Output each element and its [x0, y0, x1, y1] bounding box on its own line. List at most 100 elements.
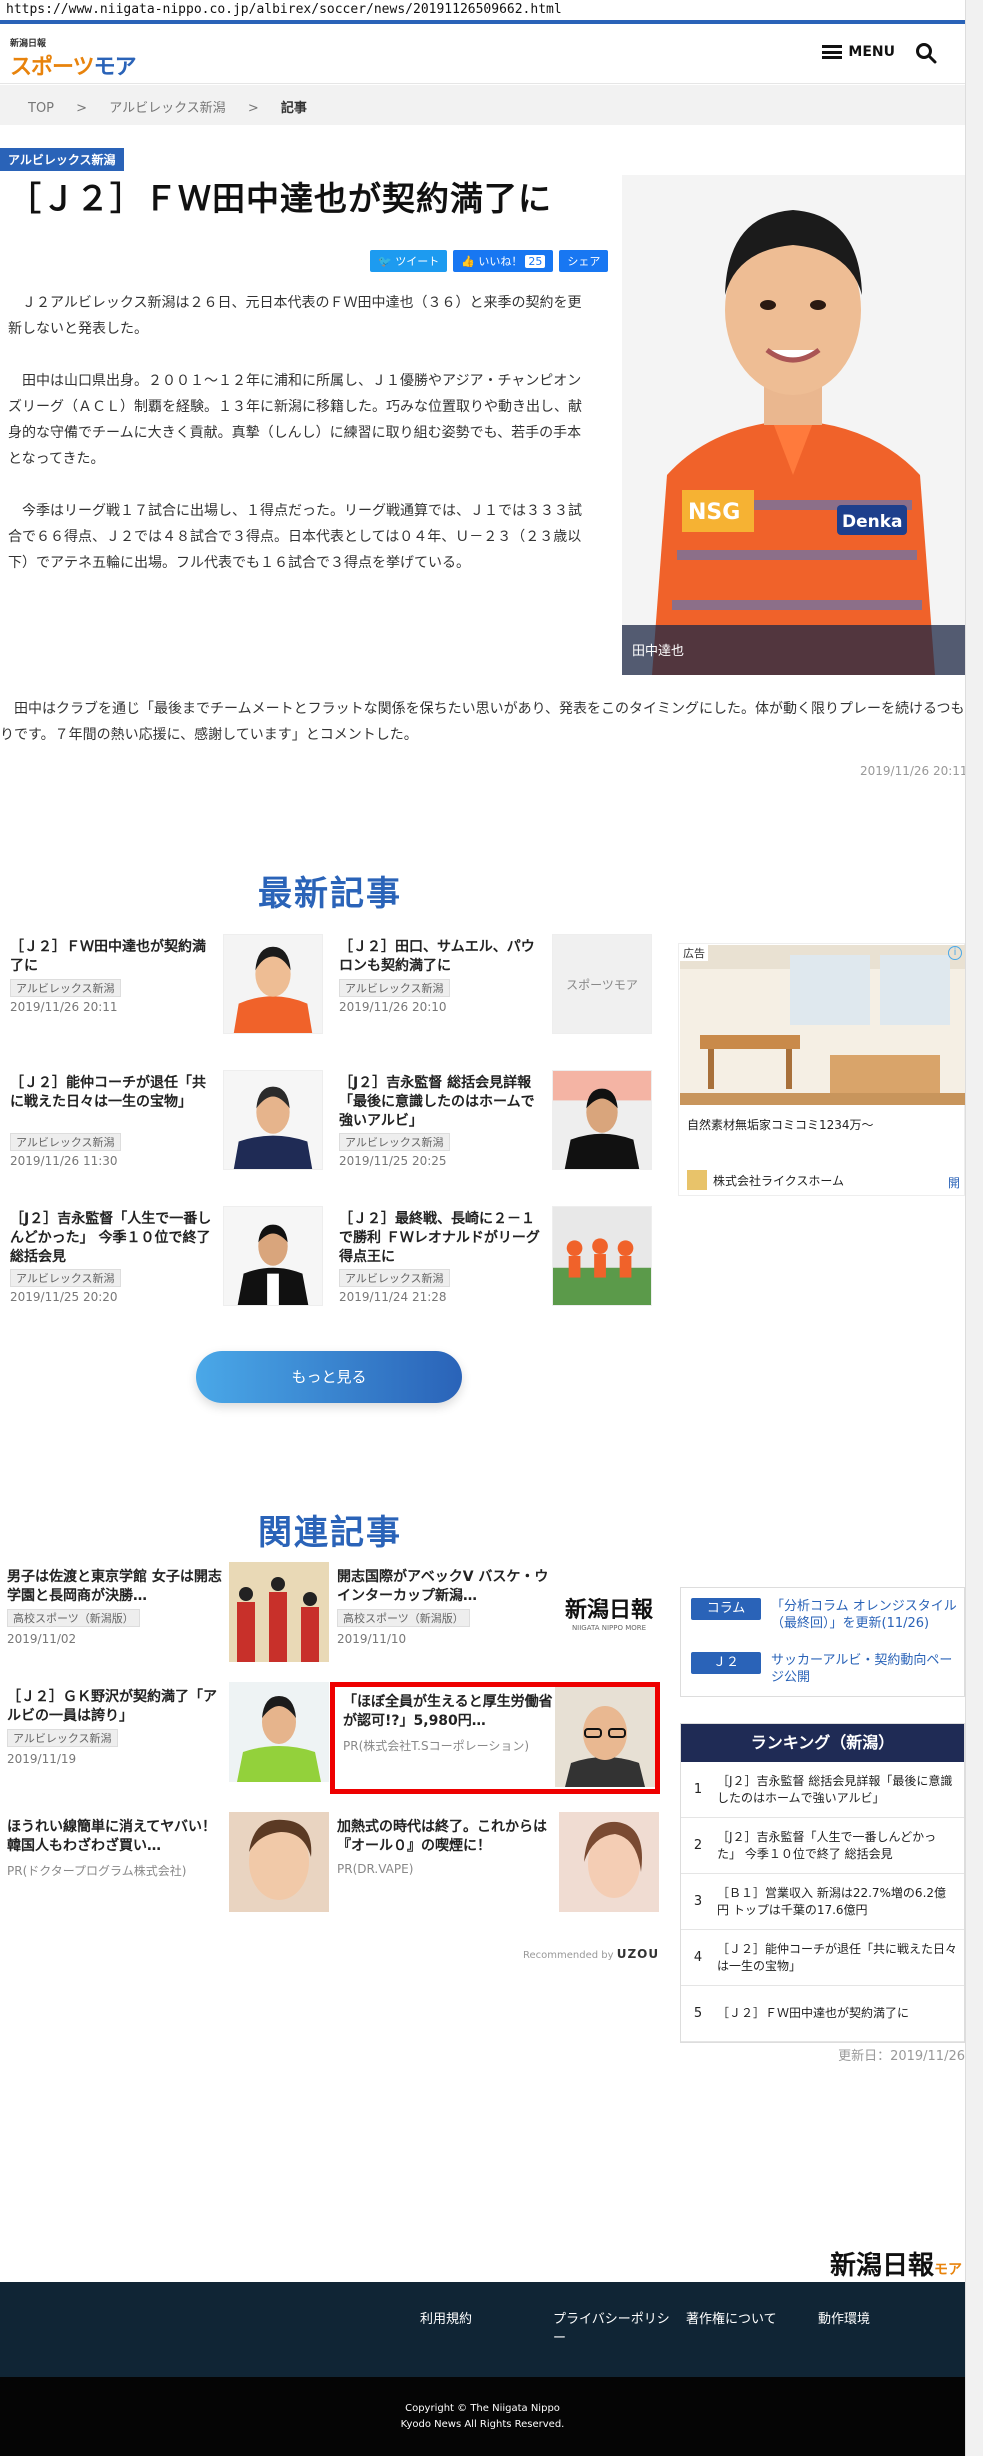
card-date: 2019/11/26 20:11 [10, 1000, 118, 1014]
card-thumbnail [552, 1070, 652, 1170]
ad-info-icon[interactable]: i [948, 946, 962, 960]
card-tag[interactable]: 高校スポーツ（新潟版） [337, 1609, 470, 1627]
ad-label: 広告 [680, 945, 708, 961]
footer-logo[interactable]: 新潟日報モア [830, 2245, 962, 2282]
card-tag[interactable]: アルビレックス新潟 [10, 979, 121, 997]
card-date: 2019/11/02 [7, 1632, 77, 1646]
related-article-card[interactable]: 男子は佐渡と東京学館 女子は開志学園と長岡商が決勝… 高校スポーツ（新潟版） 2… [7, 1562, 335, 1666]
ranking-item[interactable]: 2 ［J２］吉永監督「人生で一番しんどかった」 今季１０位で終了 総括会見 [681, 1818, 964, 1874]
search-icon[interactable] [915, 42, 937, 64]
card-title: ［J２］吉永監督 総括会見詳報 「最後に意識したのはホームで強いアルビ」 [339, 1075, 535, 1129]
card-tag[interactable]: アルビレックス新潟 [10, 1133, 121, 1151]
ad-banner[interactable]: 広告 i 自然素材無垢家コミコミ1234万～ 株式会社ライクスホーム 開 [678, 943, 965, 1196]
card-title: 加熱式の時代は終了。これからは『オール０』の喫煙に！ [337, 1819, 547, 1854]
breadcrumb-top[interactable]: TOP [28, 101, 54, 116]
scrollbar[interactable] [965, 0, 983, 2456]
card-pr-label: PR(ドクタープログラム株式会社) [7, 1864, 187, 1878]
latest-article-card[interactable]: ［J２］吉永監督 総括会見詳報 「最後に意識したのはホームで強いアルビ」 アルビ… [339, 1070, 659, 1170]
footer-link-privacy[interactable]: プライバシーポリシー [553, 2310, 673, 2348]
card-title: ほうれい線簡単に消えてヤバい！韓国人もわざわざ買い… [7, 1819, 217, 1854]
card-tag[interactable]: アルビレックス新潟 [339, 1269, 450, 1287]
article-paragraph: 今季はリーグ戦１７試合に出場し、１得点だった。リーグ戦通算では、Ｊ１では３３３試… [8, 503, 582, 571]
related-pr-card[interactable]: 加熱式の時代は終了。これからは『オール０』の喫煙に！ PR(DR.VAPE) [337, 1812, 665, 1916]
card-title: 開志国際がアベックV バスケ・ウインターカップ新潟… [337, 1569, 549, 1604]
more-articles-button[interactable]: もっと見る [196, 1351, 462, 1403]
card-thumbnail [223, 1070, 323, 1170]
card-tag[interactable]: 高校スポーツ（新潟版） [7, 1609, 140, 1627]
recommended-by[interactable]: Recommended by UZOU [523, 1947, 659, 1961]
side-link-j2[interactable]: Ｊ２ サッカーアルビ・契約動向ページ公開 [691, 1652, 961, 1686]
ranking-updated: 更新日：2019/11/26 [838, 2049, 965, 2064]
latest-article-card[interactable]: ［Ｊ２］田口、サムエル、パウロンも契約満了に アルビレックス新潟 2019/11… [339, 934, 659, 1034]
category-badge[interactable]: アルビレックス新潟 [0, 148, 124, 171]
side-link-text[interactable]: サッカーアルビ・契約動向ページ公開 [771, 1652, 961, 1686]
card-tag[interactable]: アルビレックス新潟 [7, 1729, 118, 1747]
card-thumbnail [223, 934, 323, 1034]
card-thumbnail [223, 1206, 323, 1306]
ranking-heading: ランキング（新潟） [681, 1724, 964, 1762]
side-link-column[interactable]: コラム 「分析コラム オレンジスタイル（最終回）」を更新(11/26) [691, 1598, 961, 1632]
facebook-share-button[interactable]: シェア [559, 250, 609, 272]
card-thumbnail [555, 1687, 655, 1787]
facebook-like-button[interactable]: 👍 いいね！ 25 [453, 250, 554, 272]
ad-advertiser[interactable]: 株式会社ライクスホーム [687, 1170, 844, 1190]
menu-button[interactable]: MENU [822, 44, 895, 60]
ranking-item[interactable]: 1 ［J２］吉永監督 総括会見詳報「最後に意識したのはホームで強いアルビ」 [681, 1762, 964, 1818]
hamburger-icon [822, 45, 843, 59]
card-title: 「ほぼ全員が生えると厚生労働省が認可!?」5,980円… [343, 1694, 553, 1729]
latest-article-card[interactable]: ［J２］吉永監督「人生で一番しんどかった」 今季１０位で終了 総括会見 アルビレ… [10, 1206, 330, 1306]
card-tag[interactable]: アルビレックス新潟 [339, 979, 450, 997]
related-article-card[interactable]: ［Ｊ２］ＧＫ野沢が契約満了「アルビの一員は誇り」 アルビレックス新潟 2019/… [7, 1682, 335, 1786]
card-title: ［J２］吉永監督「人生で一番しんどかった」 今季１０位で終了 総括会見 [10, 1211, 212, 1265]
article-body: Ｊ２アルビレックス新潟は２６日、元日本代表のＦＷ田中達也（３６）と来季の契約を更… [8, 290, 593, 602]
article-paragraph: 田中はクラブを通じ「最後までチームメートとフラットな関係を保ちたい思いがあり、発… [0, 701, 965, 743]
card-thumbnail [559, 1812, 659, 1912]
ranking-box: ランキング（新潟） 1 ［J２］吉永監督 総括会見詳報「最後に意識したのはホームで… [680, 1723, 965, 2043]
footer-link-terms[interactable]: 利用規約 [420, 2310, 472, 2329]
footer-link-environment[interactable]: 動作環境 [818, 2310, 870, 2329]
card-title: ［Ｊ２］能仲コーチが退任「共に戦えた日々は一生の宝物」 [10, 1075, 206, 1110]
publish-date: 2019/11/26 20:11 [860, 764, 965, 778]
share-buttons: 🐦 ツイート 👍 いいね！ 25 シェア [370, 250, 609, 272]
tweet-button[interactable]: 🐦 ツイート [370, 250, 448, 272]
url-bar[interactable]: https://www.niigata-nippo.co.jp/albirex/… [0, 0, 983, 20]
niigata-nippo-logo: 新潟日報 NIIGATA NIPPO MORE [559, 1562, 659, 1662]
svg-text:Denka: Denka [842, 512, 903, 532]
card-thumbnail [229, 1562, 329, 1662]
side-link-text[interactable]: 「分析コラム オレンジスタイル（最終回）」を更新(11/26) [771, 1598, 961, 1632]
related-article-card[interactable]: 開志国際がアベックV バスケ・ウインターカップ新潟… 高校スポーツ（新潟版） 2… [337, 1562, 665, 1666]
card-title: ［Ｊ２］ＦＷ田中達也が契約満了に [10, 939, 206, 974]
latest-article-card[interactable]: ［Ｊ２］最終戦、長崎に２－１で勝利 ＦＷレオナルドがリーグ得点王に アルビレック… [339, 1206, 659, 1306]
latest-article-card[interactable]: ［Ｊ２］能仲コーチが退任「共に戦えた日々は一生の宝物」 アルビレックス新潟 20… [10, 1070, 330, 1170]
breadcrumb-albirex[interactable]: アルビレックス新潟 [109, 101, 225, 116]
card-tag[interactable]: アルビレックス新潟 [10, 1269, 121, 1287]
advertiser-logo-icon [687, 1170, 707, 1190]
ad-image [680, 945, 965, 1105]
card-title: ［Ｊ２］最終戦、長崎に２－１で勝利 ＦＷレオナルドがリーグ得点王に [339, 1211, 540, 1265]
card-title: ［Ｊ２］田口、サムエル、パウロンも契約満了に [339, 939, 535, 974]
latest-article-card[interactable]: ［Ｊ２］ＦＷ田中達也が契約満了に アルビレックス新潟 2019/11/26 20… [10, 934, 330, 1034]
ranking-item[interactable]: 4 ［Ｊ２］能仲コーチが退任「共に戦えた日々は一生の宝物」 [681, 1930, 964, 1986]
side-links: コラム 「分析コラム オレンジスタイル（最終回）」を更新(11/26) Ｊ２ サ… [680, 1587, 965, 1697]
copyright-line: Copyright © The Niigata Nippo [405, 2403, 560, 2414]
breadcrumb-separator: > [247, 101, 259, 116]
related-pr-card[interactable]: ほうれい線簡単に消えてヤバい！韓国人もわざわざ買い… PR(ドクタープログラム株… [7, 1812, 335, 1916]
card-pr-label: PR(DR.VAPE) [337, 1862, 414, 1876]
logo-big-text: スポーツモア [10, 55, 137, 80]
card-tag[interactable]: アルビレックス新潟 [339, 1133, 450, 1151]
footer-link-copyright[interactable]: 著作権について [686, 2310, 777, 2329]
site-logo[interactable]: 新潟日報 スポーツモア [10, 36, 137, 81]
card-date: 2019/11/24 21:28 [339, 1290, 447, 1304]
related-pr-card-highlighted[interactable]: 「ほぼ全員が生えると厚生労働省が認可!?」5,980円… PR(株式会社T.Sコ… [330, 1682, 660, 1794]
player-photo[interactable]: NSG Denka [622, 175, 965, 675]
breadcrumb-current: 記事 [280, 101, 307, 116]
ad-open-button[interactable]: 開 [948, 1174, 960, 1191]
card-date: 2019/11/25 20:25 [339, 1154, 447, 1168]
article-paragraph: 田中は山口県出身。２００１～１２年に浦和に所属し、Ｊ１優勝やアジア・チャンピオン… [8, 373, 582, 467]
ad-text[interactable]: 自然素材無垢家コミコミ1234万～ [687, 1116, 874, 1133]
side-link-badge: コラム [691, 1598, 761, 1620]
card-pr-label: PR(株式会社T.Sコーポレーション) [343, 1739, 530, 1753]
ranking-item[interactable]: 3 ［Ｂ１］営業収入 新潟は22.7%増の6.2億円 トップは千葉の17.6億円 [681, 1874, 964, 1930]
ranking-item[interactable]: 5 ［Ｊ２］ＦＷ田中達也が契約満了に [681, 1986, 964, 2042]
card-date: 2019/11/10 [337, 1632, 407, 1646]
